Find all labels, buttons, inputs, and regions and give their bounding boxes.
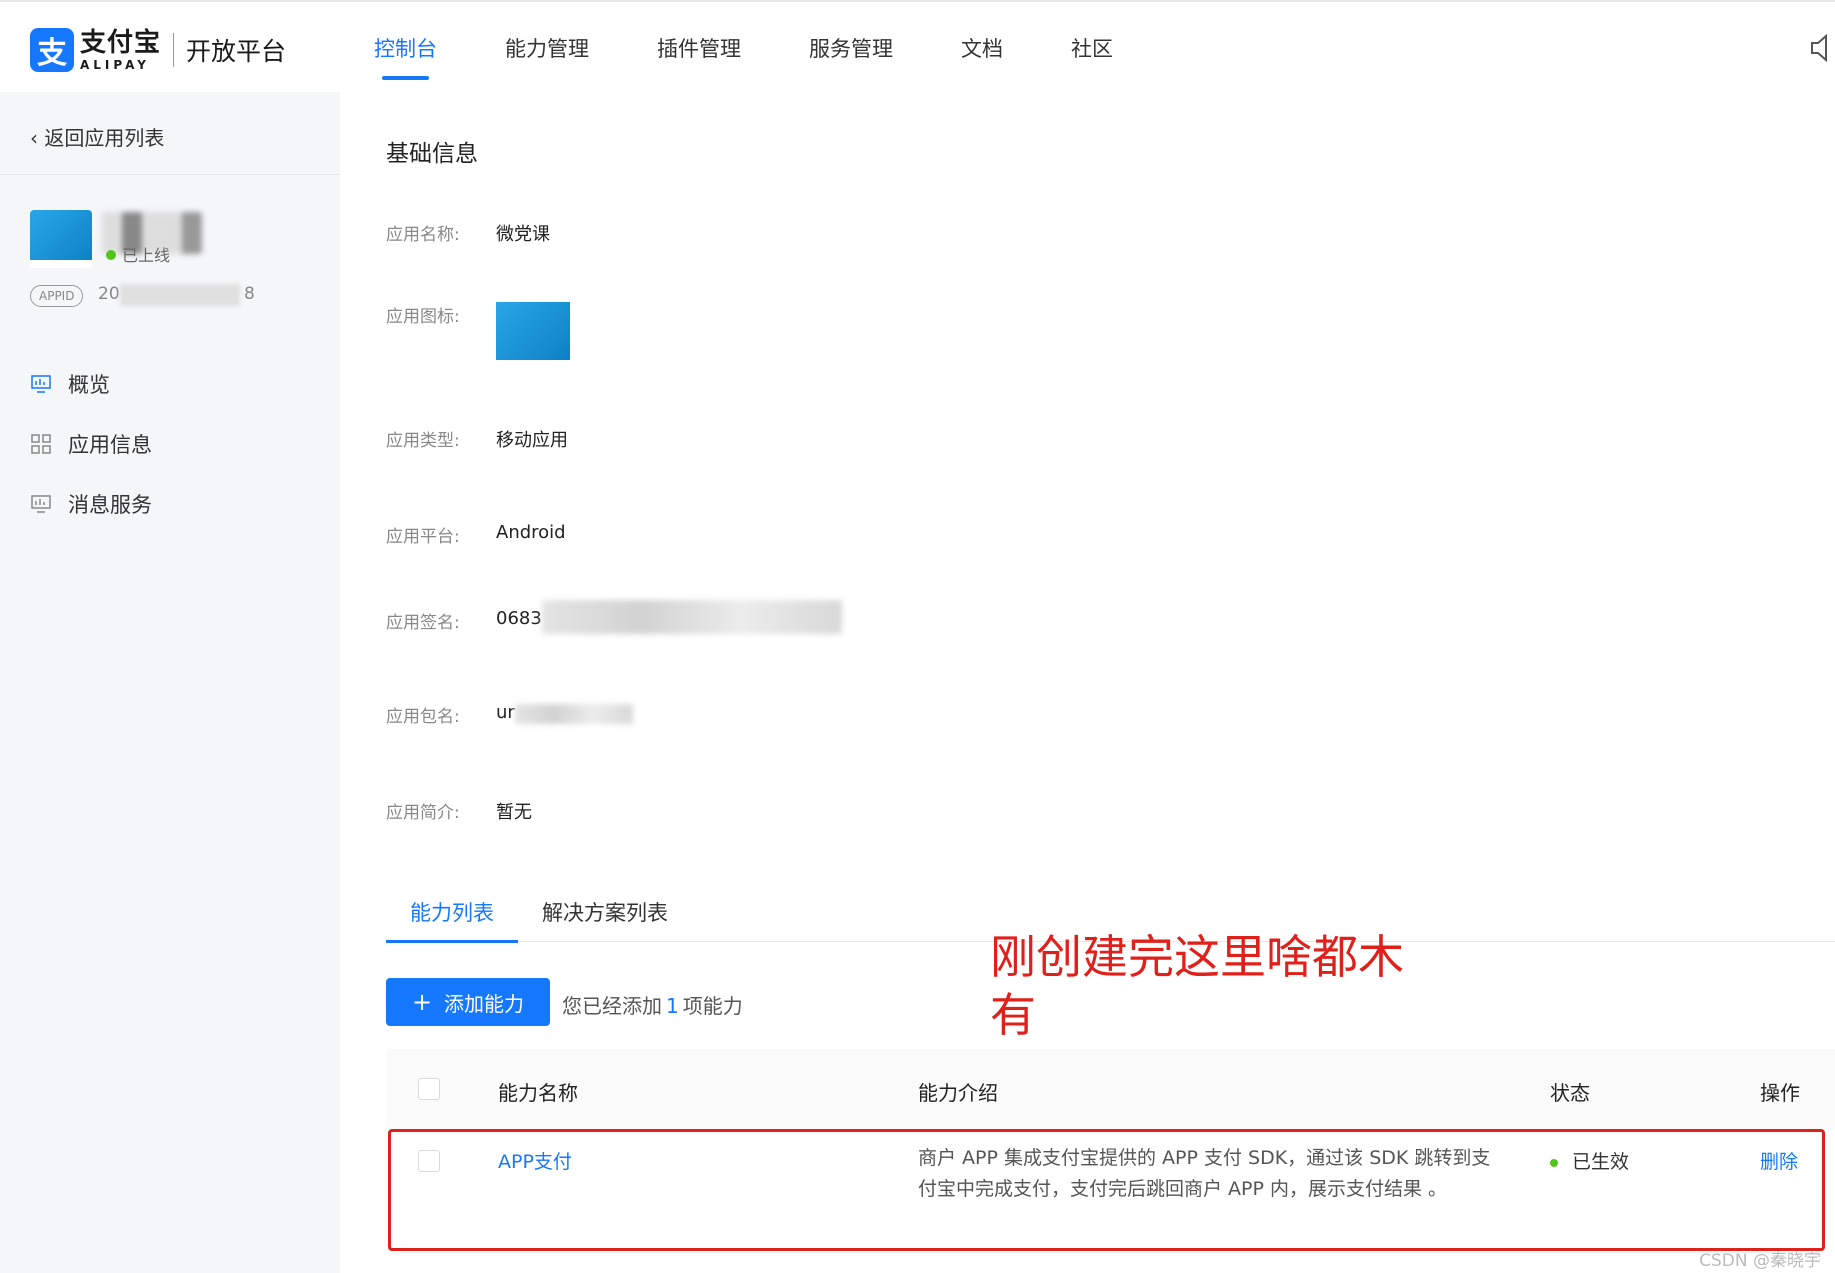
chevron-left-icon: ‹ — [30, 126, 45, 150]
nav-docs[interactable]: 文档 — [961, 2, 1003, 94]
field-app-icon: 应用图标: — [386, 302, 570, 366]
field-app-intro: 应用简介: 暂无 — [386, 798, 532, 824]
sidebar-item-label: 消息服务 — [68, 493, 152, 517]
app-icon-image — [496, 302, 570, 366]
field-package-name: 应用包名: ur — [386, 702, 633, 727]
added-capability-count: 您已经添加 1 项能力 — [562, 990, 743, 1019]
appid-badge: APPID — [30, 285, 84, 307]
field-label: 应用简介: — [386, 803, 460, 823]
field-value: 移动应用 — [496, 430, 568, 451]
section-title: 基础信息 — [386, 141, 478, 167]
field-app-name: 应用名称: 微党课 — [386, 220, 550, 246]
field-value: Android — [496, 522, 566, 543]
add-capability-button[interactable]: + 添加能力 — [386, 978, 550, 1026]
grid-icon — [30, 433, 52, 455]
sidebar-item-label: 应用信息 — [68, 433, 152, 457]
column-header: 操作 — [1760, 1081, 1800, 1105]
monitor-chart-icon — [30, 493, 52, 515]
signature-redacted — [541, 600, 842, 634]
annotation-highlight-box — [388, 1129, 1825, 1251]
top-navbar: 支 支付宝 ALIPAY 开放平台 控制台 能力管理 插件管理 服务管理 文档 … — [0, 0, 1835, 92]
appid-redacted — [120, 284, 240, 306]
field-app-signature: 应用签名: 0683 — [386, 600, 842, 634]
field-label: 应用类型: — [386, 431, 460, 451]
field-label: 应用名称: — [386, 225, 460, 245]
sidebar-item-label: 概览 — [68, 373, 110, 397]
nav-plugin-management[interactable]: 插件管理 — [657, 2, 741, 94]
watermark: CSDN @秦晓宇 — [1699, 1251, 1821, 1271]
sidebar-divider — [0, 174, 340, 175]
app-thumbnail — [30, 210, 92, 268]
nav-community[interactable]: 社区 — [1071, 2, 1113, 94]
tip-suffix: 项能力 — [682, 994, 743, 1018]
alipay-logo[interactable]: 支 支付宝 ALIPAY 开放平台 — [30, 28, 286, 72]
column-header: 状态 — [1550, 1081, 1590, 1105]
field-label: 应用包名: — [386, 707, 460, 727]
online-status-dot — [106, 250, 116, 260]
monitor-chart-icon — [30, 373, 52, 395]
back-to-app-list-link[interactable]: ‹ 返回应用列表 — [30, 122, 164, 151]
add-capability-label: 添加能力 — [444, 991, 525, 1016]
logo-cn-text: 支付宝 — [80, 27, 162, 58]
field-label: 应用图标: — [386, 307, 460, 327]
appid-prefix: 20 — [98, 284, 120, 304]
tip-prefix: 您已经添加 — [562, 994, 662, 1018]
field-label: 应用签名: — [386, 613, 460, 633]
annotation-text: 刚创建完这里啥都木有 — [990, 930, 1404, 1042]
nav-service-management[interactable]: 服务管理 — [809, 2, 893, 94]
field-value: 暂无 — [496, 802, 532, 823]
tab-solution-list[interactable]: 解决方案列表 — [518, 882, 692, 942]
field-label: 应用平台: — [386, 527, 460, 547]
table-header: 能力名称 能力介绍 状态 操作 — [386, 1049, 1835, 1129]
sidebar-item-overview[interactable]: 概览 — [30, 354, 152, 414]
field-value: ur — [496, 702, 515, 723]
sidebar-menu: 概览 应用信息 消息服务 — [30, 354, 152, 534]
package-redacted — [514, 704, 633, 724]
tab-capability-list[interactable]: 能力列表 — [386, 882, 518, 943]
column-header: 能力介绍 — [918, 1081, 998, 1105]
logo-text: 支付宝 ALIPAY — [80, 30, 161, 71]
logo-en-text: ALIPAY — [80, 57, 150, 72]
sidebar-item-app-info[interactable]: 应用信息 — [30, 414, 152, 474]
speaker-icon[interactable] — [1809, 32, 1835, 64]
main-content: 基础信息 应用名称: 微党课 应用图标: 应用类型: 移动应用 应用平台: An… — [386, 92, 1835, 1273]
field-app-platform: 应用平台: Android — [386, 522, 566, 547]
alipay-logo-icon: 支 — [30, 28, 74, 72]
field-value: 0683 — [496, 608, 542, 629]
select-all-checkbox[interactable] — [418, 1078, 440, 1100]
field-app-type: 应用类型: 移动应用 — [386, 426, 568, 452]
nav-capability-management[interactable]: 能力管理 — [505, 2, 589, 94]
platform-name: 开放平台 — [186, 37, 287, 66]
nav-console[interactable]: 控制台 — [374, 2, 437, 94]
back-label: 返回应用列表 — [44, 126, 165, 150]
sidebar-item-message-service[interactable]: 消息服务 — [30, 474, 152, 534]
sidebar: ‹ 返回应用列表 已上线 APPID 20 8 概览 应用信息 消息服务 — [0, 92, 340, 1273]
column-header: 能力名称 — [498, 1081, 578, 1105]
main-nav: 控制台 能力管理 插件管理 服务管理 文档 社区 — [374, 2, 1181, 94]
field-value: 微党课 — [496, 224, 550, 245]
tip-count: 1 — [666, 994, 679, 1018]
logo-divider — [173, 33, 175, 67]
online-status-text: 已上线 — [122, 246, 171, 265]
appid-suffix: 8 — [244, 284, 255, 304]
plus-icon: + — [411, 988, 433, 1016]
